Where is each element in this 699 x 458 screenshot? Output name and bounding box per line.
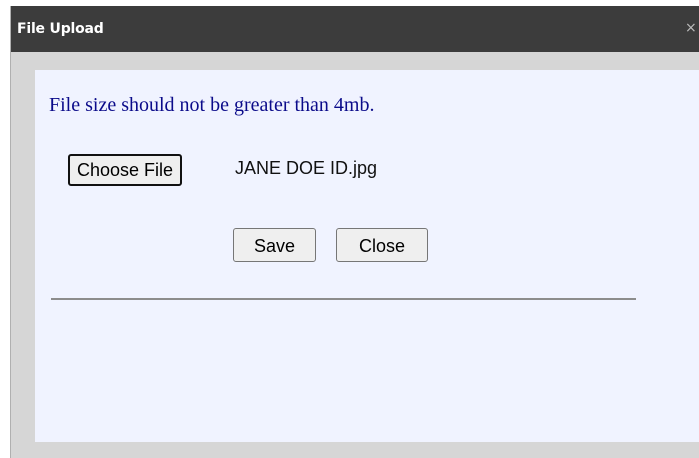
file-size-notice: File size should not be greater than 4mb…: [49, 94, 375, 116]
close-button[interactable]: Close: [336, 228, 428, 262]
save-button[interactable]: Save: [233, 228, 316, 262]
dialog-content: File size should not be greater than 4mb…: [35, 70, 699, 442]
dialog-titlebar: File Upload ×: [11, 6, 699, 52]
page: File Upload × File size should not be gr…: [0, 0, 699, 458]
file-upload-dialog: File Upload × File size should not be gr…: [10, 6, 699, 458]
dialog-title: File Upload: [17, 21, 104, 37]
divider: [51, 298, 636, 300]
close-icon[interactable]: ×: [685, 20, 697, 36]
selected-file-name: JANE DOE ID.jpg: [235, 158, 378, 178]
choose-file-button[interactable]: Choose File: [68, 154, 183, 186]
